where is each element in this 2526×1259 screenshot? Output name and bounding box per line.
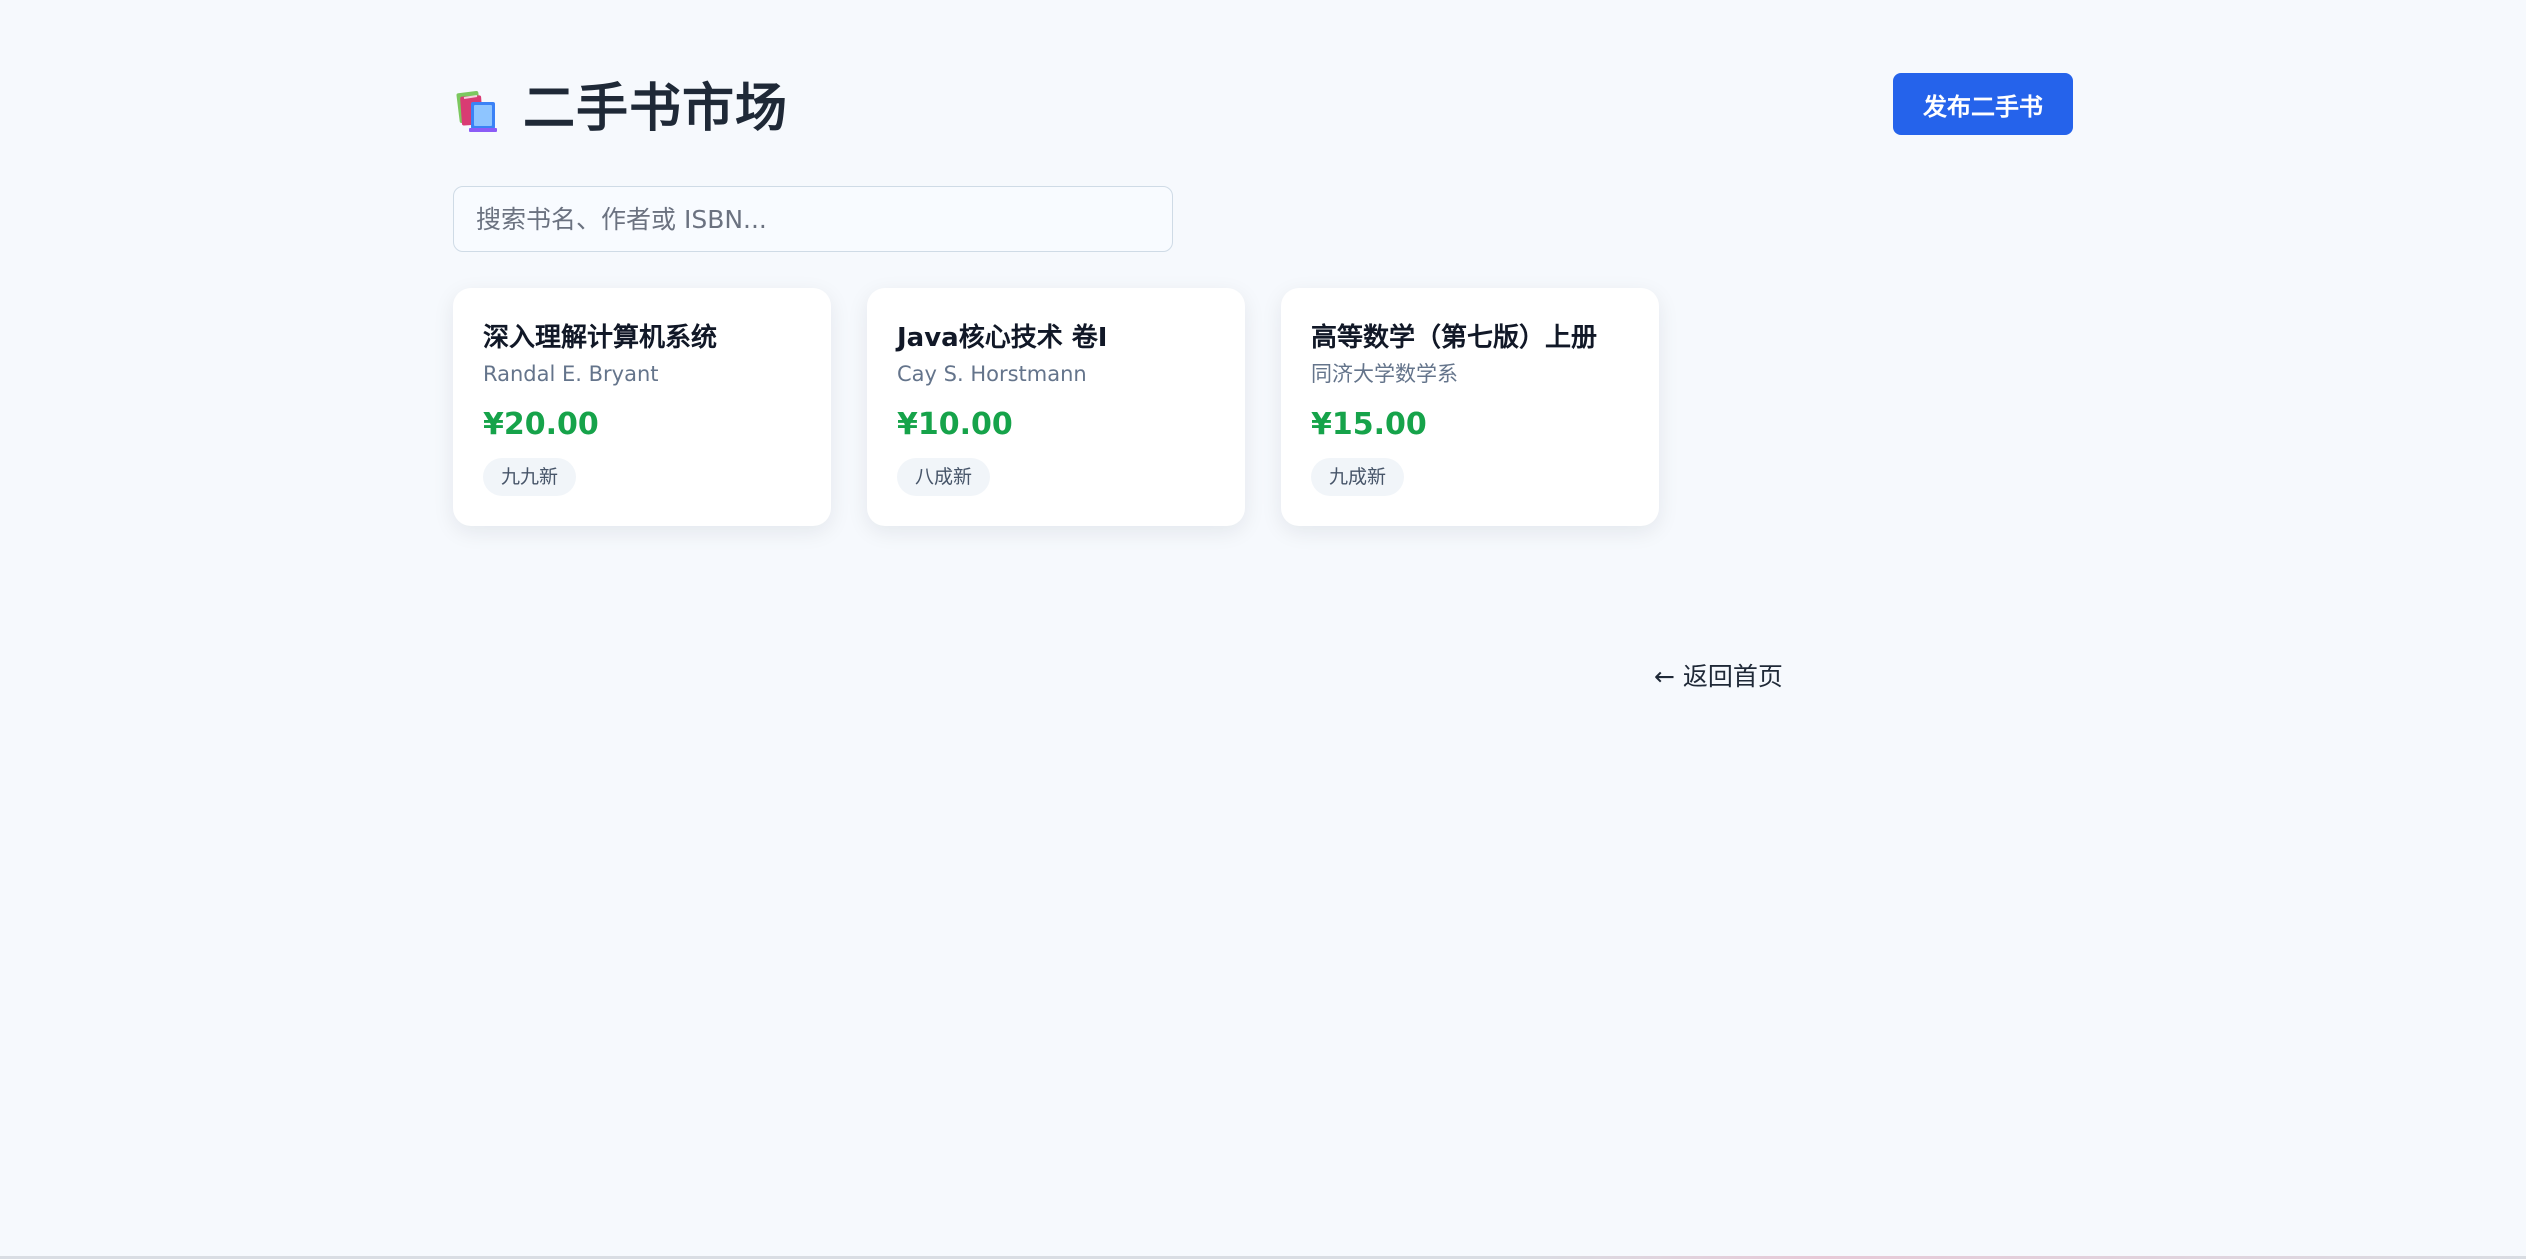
main-container: 二手书市场 发布二手书 深入理解计算机系统 Randal E. Bryant ¥… xyxy=(453,73,2073,691)
book-price: ¥20.00 xyxy=(483,407,599,442)
publish-used-book-button[interactable]: 发布二手书 xyxy=(1893,73,2073,135)
books-icon xyxy=(453,84,505,136)
book-title: Java核心技术 卷I xyxy=(897,323,1108,353)
book-author: Randal E. Bryant xyxy=(483,362,659,386)
search-section xyxy=(453,186,1173,252)
brand: 二手书市场 xyxy=(453,81,788,138)
book-title: 高等数学（第七版）上册 xyxy=(1311,323,1598,353)
book-price: ¥10.00 xyxy=(897,407,1013,442)
book-grid: 深入理解计算机系统 Randal E. Bryant ¥20.00 九九新 Ja… xyxy=(453,288,2073,526)
book-card[interactable]: 深入理解计算机系统 Randal E. Bryant ¥20.00 九九新 xyxy=(453,288,831,526)
search-input[interactable] xyxy=(453,186,1173,252)
book-price: ¥15.00 xyxy=(1311,407,1427,442)
condition-badge: 九成新 xyxy=(1311,458,1405,496)
book-card[interactable]: Java核心技术 卷I Cay S. Horstmann ¥10.00 八成新 xyxy=(867,288,1245,526)
page-title: 二手书市场 xyxy=(523,79,789,140)
condition-badge: 八成新 xyxy=(897,458,991,496)
book-author: Cay S. Horstmann xyxy=(897,362,1087,386)
back-home-link[interactable]: ← 返回首页 xyxy=(1654,659,1783,695)
book-author: 同济大学数学系 xyxy=(1311,362,1458,386)
book-card[interactable]: 高等数学（第七版）上册 同济大学数学系 ¥15.00 九成新 xyxy=(1281,288,1659,526)
page: 二手书市场 发布二手书 深入理解计算机系统 Randal E. Bryant ¥… xyxy=(0,0,2526,1259)
book-title: 深入理解计算机系统 xyxy=(483,323,718,353)
condition-badge: 九九新 xyxy=(483,458,577,496)
page-header: 二手书市场 发布二手书 xyxy=(453,73,2073,146)
